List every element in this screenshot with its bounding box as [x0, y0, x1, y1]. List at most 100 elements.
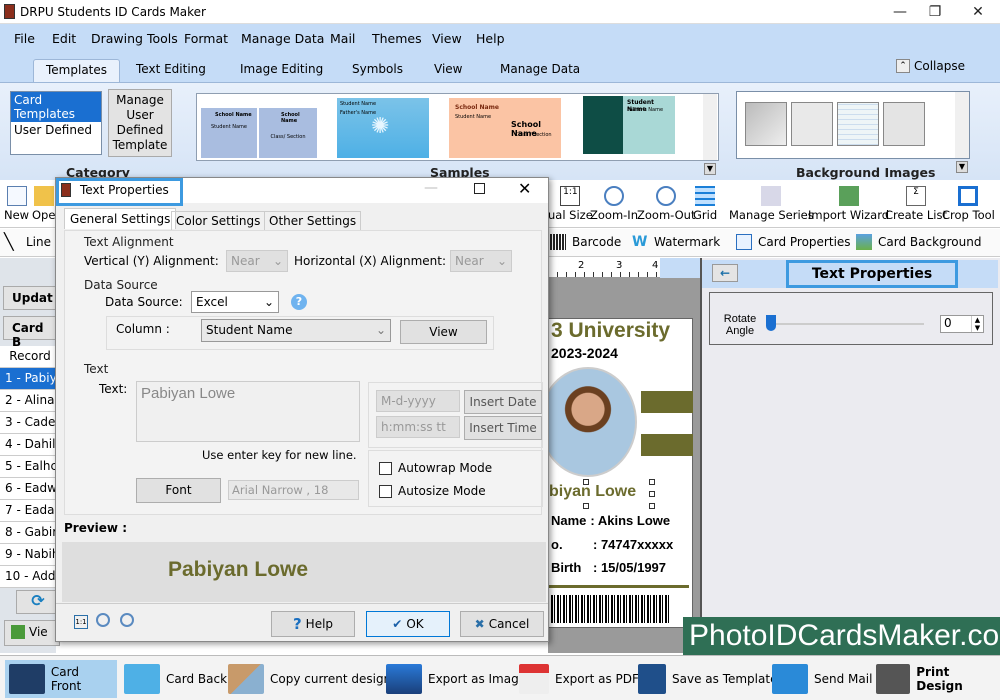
tab-symbols[interactable]: Symbols: [340, 59, 415, 82]
actual-size-icon[interactable]: 1:1: [74, 615, 88, 629]
menu-themes[interactable]: Themes: [372, 31, 422, 46]
sample-thumb-1[interactable]: School Name Student Name: [201, 108, 257, 158]
tab-manage-data[interactable]: Manage Data: [488, 59, 592, 82]
date-format-select[interactable]: M-d-yyyy: [376, 390, 460, 412]
record-row[interactable]: 5 - Ealhc: [0, 456, 60, 478]
category-item-card-templates[interactable]: Card Templates: [11, 92, 101, 122]
grid-button[interactable]: Grid: [693, 186, 717, 222]
card-batch-button[interactable]: Card B: [3, 316, 63, 349]
menu-drawing-tools[interactable]: Drawing Tools: [91, 31, 178, 46]
menu-mail[interactable]: Mail: [330, 31, 355, 46]
text-input[interactable]: Pabiyan Lowe: [136, 381, 360, 442]
tab-text-editing[interactable]: Text Editing: [124, 59, 218, 82]
selection-handle[interactable]: [649, 503, 655, 509]
bg-thumb-2[interactable]: [791, 102, 833, 146]
update-button[interactable]: Updat: [3, 286, 63, 310]
record-row[interactable]: 7 - Eada: [0, 500, 60, 522]
selection-handle[interactable]: [649, 491, 655, 497]
bg-expand-icon[interactable]: ▼: [956, 161, 968, 173]
dialog-tab-color[interactable]: Color Settings: [171, 211, 266, 231]
vertical-alignment-select[interactable]: Near ⌄: [226, 250, 288, 272]
tab-image-editing[interactable]: Image Editing: [228, 59, 335, 82]
print-design-button[interactable]: Print Design: [872, 660, 1000, 698]
zoom-in-button[interactable]: Zoom-In: [590, 186, 638, 222]
card-barcode[interactable]: [551, 595, 671, 623]
cancel-button[interactable]: ✖ Cancel: [460, 611, 544, 637]
dialog-maximize-button[interactable]: [474, 183, 485, 194]
zoom-in-icon[interactable]: [120, 613, 134, 627]
copy-design-button[interactable]: Copy current design: [224, 660, 395, 698]
tab-templates[interactable]: Templates: [33, 59, 121, 82]
menu-format[interactable]: Format: [184, 31, 228, 46]
category-list[interactable]: Card Templates User Defined: [10, 91, 102, 155]
manage-user-defined-template-button[interactable]: Manage User Defined Template: [108, 89, 172, 157]
selection-handle[interactable]: [583, 479, 589, 485]
manage-series-button[interactable]: Manage Series: [729, 186, 814, 222]
help-button[interactable]: ? Help: [271, 611, 355, 637]
menu-file[interactable]: File: [14, 31, 35, 46]
zoom-out-button[interactable]: Zoom-Out: [637, 186, 695, 222]
help-icon[interactable]: ?: [291, 294, 307, 310]
data-source-select[interactable]: Excel ⌄: [191, 291, 279, 313]
menu-manage-data[interactable]: Manage Data: [241, 31, 324, 46]
view-excel-button[interactable]: Vie: [4, 620, 60, 646]
rotate-angle-input[interactable]: 0 ▲ ▼: [940, 315, 984, 333]
actual-size-button[interactable]: 1:1 ual Size: [548, 186, 593, 222]
minimize-button[interactable]: —: [880, 2, 920, 22]
selection-handle[interactable]: [583, 503, 589, 509]
barcode-button[interactable]: Barcode: [550, 234, 621, 250]
sample-thumb-3[interactable]: Student Name Father's Name ✺: [337, 98, 429, 158]
samples-scrollbar[interactable]: [703, 94, 717, 160]
record-row[interactable]: 4 - Dahil: [0, 434, 60, 456]
refresh-button[interactable]: ⟳: [16, 590, 60, 614]
column-select[interactable]: Student Name ⌄: [201, 319, 391, 342]
time-format-select[interactable]: h:mm:ss tt: [376, 416, 460, 438]
selection-handle[interactable]: [649, 479, 655, 485]
rotate-slider-track[interactable]: [768, 323, 924, 325]
crop-tool-button[interactable]: Crop Tool: [942, 186, 995, 222]
card-front-button[interactable]: Card Front: [5, 660, 117, 698]
bg-thumb-4[interactable]: [883, 102, 925, 146]
new-button[interactable]: New: [4, 186, 29, 222]
menu-view[interactable]: View: [432, 31, 462, 46]
card-back-button[interactable]: Card Back: [120, 660, 231, 698]
menu-edit[interactable]: Edit: [52, 31, 76, 46]
dialog-tab-other[interactable]: Other Settings: [264, 211, 362, 231]
category-item-user-defined[interactable]: User Defined: [11, 122, 101, 138]
export-pdf-button[interactable]: Export as PDF: [515, 660, 643, 698]
back-arrow-button[interactable]: ←: [712, 264, 738, 282]
ok-button[interactable]: ✔ OK: [366, 611, 450, 637]
rotate-slider-thumb[interactable]: [766, 315, 776, 331]
record-row[interactable]: 1 - Pabiy: [0, 368, 60, 390]
restore-button[interactable]: ❐: [915, 2, 955, 22]
import-wizard-button[interactable]: Import Wizard: [808, 186, 889, 222]
autowrap-checkbox[interactable]: [379, 462, 392, 475]
collapse-button[interactable]: ⌃ Collapse: [896, 59, 965, 73]
zoom-out-icon[interactable]: [96, 613, 110, 627]
create-list-button[interactable]: Σ Create List: [885, 186, 947, 222]
record-row[interactable]: 2 - Alina: [0, 390, 60, 412]
sample-thumb-5[interactable]: Student Name Father's Name: [583, 96, 675, 154]
tab-view[interactable]: View: [422, 59, 474, 82]
save-template-button[interactable]: Save as Template: [634, 660, 781, 698]
font-button[interactable]: Font: [136, 478, 221, 503]
record-row[interactable]: 9 - Nabih: [0, 544, 60, 566]
menu-help[interactable]: Help: [476, 31, 505, 46]
open-button[interactable]: Ope: [32, 186, 55, 222]
autosize-checkbox[interactable]: [379, 485, 392, 498]
close-button[interactable]: ✕: [958, 2, 998, 22]
bg-thumb-1[interactable]: [745, 102, 787, 146]
sample-thumb-2[interactable]: School Name Class/ Section: [259, 108, 317, 158]
line-button[interactable]: ╲ Line: [4, 234, 51, 250]
bg-thumb-3[interactable]: [837, 102, 879, 146]
dialog-tab-general[interactable]: General Settings: [64, 208, 177, 229]
send-mail-button[interactable]: Send Mail: [768, 660, 876, 698]
horizontal-alignment-select[interactable]: Near ⌄: [450, 250, 512, 272]
watermark-button[interactable]: W Watermark: [632, 234, 720, 250]
insert-date-button[interactable]: Insert Date: [464, 390, 542, 414]
samples-expand-icon[interactable]: ▼: [704, 163, 716, 175]
id-card-preview[interactable]: 3 University 2023-2024 biyan Lowe Name: …: [539, 318, 693, 628]
bg-scrollbar[interactable]: [955, 92, 969, 158]
card-student-name[interactable]: biyan Lowe: [549, 483, 636, 501]
record-row[interactable]: 10 - Add: [0, 566, 60, 588]
